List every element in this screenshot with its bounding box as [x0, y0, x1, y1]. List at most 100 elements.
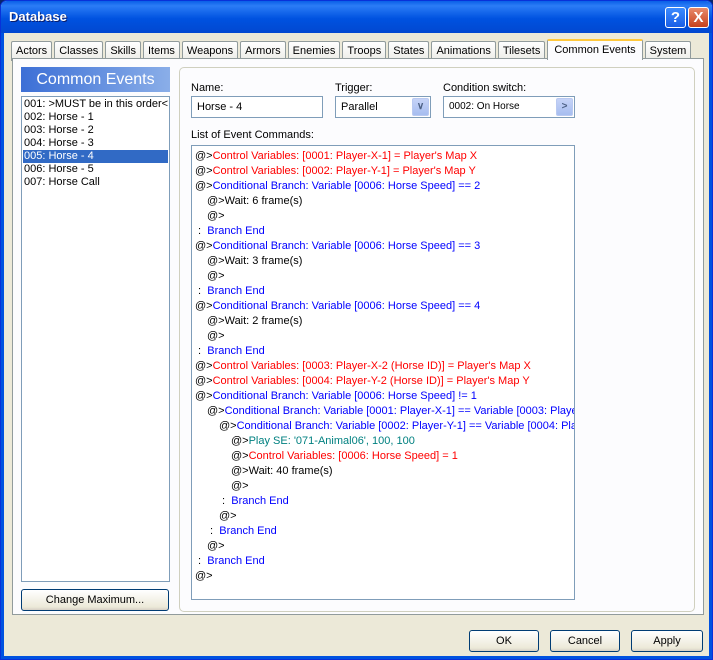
command-prefix: @> — [207, 210, 225, 222]
command-text: Control Variables: [0003: Player-X-2 (Ho… — [212, 360, 531, 372]
command-line[interactable]: @> — [192, 539, 574, 554]
command-text: Control Variables: [0002: Player-Y-1] = … — [212, 165, 476, 177]
command-line[interactable]: @>Conditional Branch: Variable [0006: Ho… — [192, 179, 574, 194]
command-line[interactable]: @>Control Variables: [0002: Player-Y-1] … — [192, 164, 574, 179]
command-line[interactable]: : Branch End — [192, 554, 574, 569]
command-prefix: @> — [195, 300, 213, 312]
command-prefix: @> — [195, 390, 213, 402]
command-text: Conditional Branch: Variable [0006: Hors… — [212, 390, 477, 402]
command-text: Control Variables: [0004: Player-Y-2 (Ho… — [212, 375, 530, 387]
command-prefix: @> — [207, 540, 225, 552]
command-line[interactable]: : Branch End — [192, 524, 574, 539]
command-prefix: @> — [207, 195, 225, 207]
command-line[interactable]: @>Conditional Branch: Variable [0006: Ho… — [192, 389, 574, 404]
chevron-down-icon[interactable]: ∨ — [412, 98, 429, 116]
condition-switch-value: 0002: On Horse — [449, 101, 520, 112]
command-prefix: @> — [231, 435, 249, 447]
command-line[interactable]: @> — [192, 479, 574, 494]
command-prefix: : — [207, 525, 220, 537]
command-text: Wait: 6 frame(s) — [224, 195, 303, 207]
trigger-value: Parallel — [341, 101, 378, 113]
command-prefix: : — [195, 285, 208, 297]
title-bar[interactable]: Database ? X — [1, 1, 712, 33]
command-line[interactable]: @>Conditional Branch: Variable [0006: Ho… — [192, 299, 574, 314]
tab-bar: Actors Classes Skills Items Weapons Armors Ene… — [11, 39, 693, 61]
command-prefix: @> — [207, 330, 225, 342]
command-line[interactable]: @> — [192, 509, 574, 524]
tab-common-events[interactable]: Common Events — [547, 39, 643, 60]
condition-switch-field[interactable]: 0002: On Horse > — [443, 96, 575, 118]
command-line[interactable]: @>Conditional Branch: Variable [0001: Pl… — [192, 404, 574, 419]
command-line[interactable]: : Branch End — [192, 494, 574, 509]
command-prefix: @> — [207, 405, 225, 417]
command-line[interactable]: @>Play SE: '071-Animal06', 100, 100 — [192, 434, 574, 449]
name-label: Name: — [191, 82, 224, 94]
command-prefix: @> — [195, 150, 213, 162]
command-prefix: @> — [195, 375, 213, 387]
command-text: Conditional Branch: Variable [0002: Play… — [236, 420, 574, 432]
command-line[interactable]: @> — [192, 329, 574, 344]
command-prefix: : — [195, 555, 208, 567]
command-line[interactable]: @> — [192, 269, 574, 284]
command-text: Branch End — [231, 495, 289, 507]
change-maximum-button[interactable]: Change Maximum... — [21, 589, 169, 611]
command-prefix: @> — [195, 165, 213, 177]
command-prefix: @> — [195, 360, 213, 372]
command-line[interactable]: @>Wait: 3 frame(s) — [192, 254, 574, 269]
command-line[interactable]: : Branch End — [192, 284, 574, 299]
command-line[interactable]: @> — [192, 569, 574, 584]
list-item[interactable]: 004: Horse - 3 — [23, 137, 168, 150]
command-line[interactable]: @>Control Variables: [0004: Player-Y-2 (… — [192, 374, 574, 389]
command-text: Wait: 2 frame(s) — [224, 315, 303, 327]
command-text: Control Variables: [0006: Horse Speed] =… — [248, 450, 458, 462]
command-text: Conditional Branch: Variable [0006: Hors… — [212, 180, 481, 192]
ok-button[interactable]: OK — [469, 630, 539, 652]
command-line[interactable]: @>Control Variables: [0003: Player-X-2 (… — [192, 359, 574, 374]
command-prefix: : — [195, 345, 208, 357]
command-prefix: : — [195, 225, 208, 237]
trigger-select[interactable]: Parallel ∨ — [335, 96, 431, 118]
command-prefix: @> — [207, 315, 225, 327]
command-prefix: @> — [219, 510, 237, 522]
command-text: Control Variables: [0001: Player-X-1] = … — [212, 150, 478, 162]
command-line[interactable]: @>Control Variables: [0006: Horse Speed]… — [192, 449, 574, 464]
command-prefix: @> — [207, 255, 225, 267]
command-prefix: @> — [231, 465, 249, 477]
command-text: Branch End — [207, 225, 265, 237]
command-text: Conditional Branch: Variable [0006: Hors… — [212, 300, 481, 312]
chevron-right-icon[interactable]: > — [556, 98, 573, 116]
window-title: Database — [9, 9, 67, 24]
list-item[interactable]: 007: Horse Call — [23, 176, 168, 189]
list-item[interactable]: 002: Horse - 1 — [23, 111, 168, 124]
name-value: Horse - 4 — [197, 101, 243, 113]
command-line[interactable]: : Branch End — [192, 344, 574, 359]
name-input[interactable]: Horse - 4 — [191, 96, 323, 118]
command-line[interactable]: @>Wait: 6 frame(s) — [192, 194, 574, 209]
list-item[interactable]: 003: Horse - 2 — [23, 124, 168, 137]
list-item[interactable]: 006: Horse - 5 — [23, 163, 168, 176]
close-button[interactable]: X — [688, 7, 709, 28]
common-events-list[interactable]: 001: >MUST be in this order< 002: Horse -… — [21, 96, 170, 582]
command-line[interactable]: @>Wait: 2 frame(s) — [192, 314, 574, 329]
list-item[interactable]: 005: Horse - 4 — [23, 150, 168, 163]
command-line[interactable]: : Branch End — [192, 224, 574, 239]
event-commands-list[interactable]: @>Control Variables: [0001: Player-X-1] … — [191, 145, 575, 600]
command-line[interactable]: @>Conditional Branch: Variable [0006: Ho… — [192, 239, 574, 254]
list-item[interactable]: 001: >MUST be in this order< — [23, 98, 168, 111]
command-line[interactable]: @>Conditional Branch: Variable [0002: Pl… — [192, 419, 574, 434]
command-prefix: @> — [231, 450, 249, 462]
apply-button[interactable]: Apply — [631, 630, 703, 652]
command-line[interactable]: @> — [192, 209, 574, 224]
cancel-button[interactable]: Cancel — [550, 630, 620, 652]
command-text: Branch End — [207, 555, 265, 567]
common-events-header: Common Events — [21, 67, 170, 92]
command-prefix: @> — [195, 240, 213, 252]
help-button[interactable]: ? — [665, 7, 686, 28]
command-line[interactable]: @>Wait: 40 frame(s) — [192, 464, 574, 479]
command-text: Conditional Branch: Variable [0001: Play… — [224, 405, 575, 417]
command-prefix: @> — [195, 570, 213, 582]
command-prefix: @> — [207, 270, 225, 282]
command-prefix: @> — [195, 180, 213, 192]
event-commands-label: List of Event Commands: — [191, 129, 314, 141]
command-line[interactable]: @>Control Variables: [0001: Player-X-1] … — [192, 149, 574, 164]
